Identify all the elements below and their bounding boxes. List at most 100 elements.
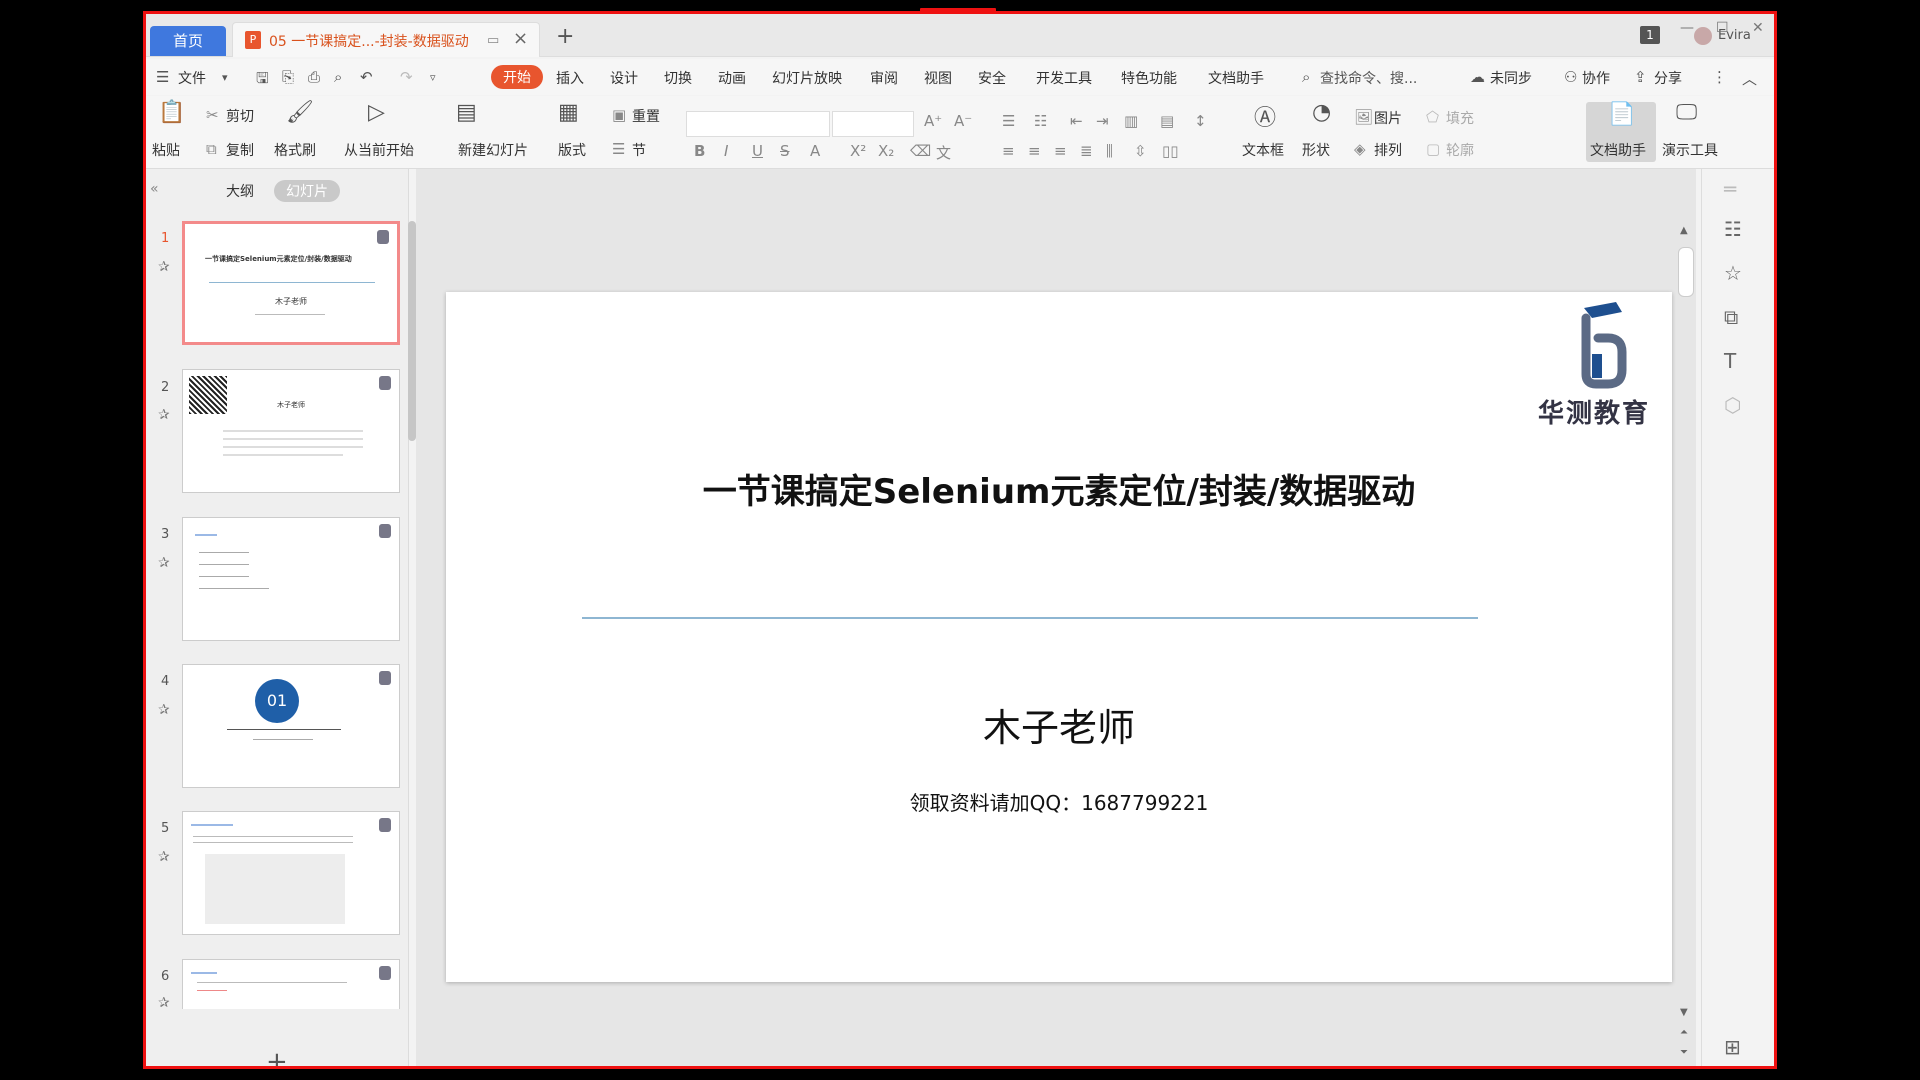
presentation-tool-button[interactable]: 演示工具	[1662, 140, 1718, 160]
star-icon[interactable]: ✰	[158, 995, 170, 1011]
cut-button[interactable]: 剪切	[226, 106, 254, 126]
hamburger-icon[interactable]: ☰	[156, 68, 169, 86]
grid-view-icon[interactable]: ⊞	[1724, 1035, 1741, 1059]
clear-format-icon[interactable]: ⌫	[910, 142, 931, 160]
tab-slides[interactable]: 幻灯片	[274, 180, 340, 202]
align-right-icon[interactable]: ≡	[1054, 142, 1067, 160]
bullet-list-icon[interactable]: ☰	[1002, 112, 1015, 130]
outline-icon[interactable]: ▢	[1426, 140, 1440, 158]
slide-thumbnail-4[interactable]: 01	[182, 664, 400, 788]
decrease-indent-icon[interactable]: ⇤	[1070, 112, 1083, 130]
maximize-icon[interactable]: ☐	[1716, 20, 1729, 36]
italic-icon[interactable]: I	[724, 142, 728, 160]
tab-home[interactable]: 首页	[150, 26, 226, 56]
scroll-up-icon[interactable]: ▲	[1680, 225, 1688, 236]
presentation-tool-icon[interactable]: 🖵	[1676, 100, 1697, 125]
search-icon[interactable]: ⌕	[1302, 68, 1310, 86]
tab-document[interactable]: P 05 一节课搞定...-封装-数据驱动 ▭ ×	[232, 22, 540, 57]
close-window-icon[interactable]: ✕	[1752, 20, 1764, 36]
print-preview-icon[interactable]: ⌕	[334, 68, 342, 86]
slide-author[interactable]: 木子老师	[446, 697, 1672, 752]
justify-icon[interactable]: ≣	[1080, 142, 1093, 160]
align-center-icon[interactable]: ≡	[1028, 142, 1041, 160]
menu-doc-assistant[interactable]: 文档助手	[1208, 68, 1264, 88]
increase-font-icon[interactable]: A⁺	[924, 112, 942, 130]
copy-icon[interactable]: ⧉	[206, 140, 217, 158]
arrange-icon[interactable]: ◈	[1354, 140, 1366, 158]
redo-icon[interactable]: ↷	[400, 68, 413, 86]
align-text-icon[interactable]: ▤	[1160, 112, 1174, 130]
share-icon[interactable]: ⇪	[1634, 68, 1647, 86]
minimize-icon[interactable]: —	[1680, 20, 1694, 36]
menu-home[interactable]: 开始	[491, 65, 543, 89]
section-icon[interactable]: ☰	[612, 140, 625, 158]
start-from-current-button[interactable]: 从当前开始	[344, 140, 414, 160]
monitor-icon[interactable]: ▭	[487, 33, 499, 48]
new-tab-button[interactable]: +	[556, 24, 574, 49]
save-icon[interactable]: 🖫	[256, 68, 269, 93]
numbered-list-icon[interactable]: ☷	[1034, 112, 1047, 130]
avatar[interactable]	[1694, 27, 1712, 45]
star-icon[interactable]: ✰	[158, 702, 170, 718]
copy-layers-icon[interactable]: ⧉	[1724, 305, 1738, 329]
previous-slide-icon[interactable]: ⏶	[1680, 1027, 1688, 1038]
star-icon[interactable]: ✰	[158, 259, 170, 275]
text-icon[interactable]: T	[1724, 349, 1736, 373]
strikethrough-icon[interactable]: S	[780, 142, 790, 160]
font-family-select[interactable]	[686, 111, 830, 137]
star-icon[interactable]: ✰	[158, 407, 170, 423]
print-icon[interactable]: ⎙	[308, 68, 320, 86]
paragraph-spacing-icon[interactable]: ⇳	[1134, 142, 1147, 160]
font-color-icon[interactable]: A	[810, 142, 820, 160]
vertical-scrollbar-thumb[interactable]	[1678, 247, 1694, 297]
menu-features[interactable]: 特色功能	[1121, 68, 1177, 88]
format-painter-button[interactable]: 格式刷	[274, 140, 316, 160]
play-icon[interactable]: ▷	[368, 100, 385, 125]
thumbnail-scrollbar[interactable]	[408, 221, 416, 441]
drag-handle-icon[interactable]: ═	[1724, 177, 1736, 201]
doc-assistant-panel-button[interactable]: 📄 文档助手	[1586, 102, 1656, 162]
slide-thumbnail-5[interactable]	[182, 811, 400, 935]
copy-button[interactable]: 复制	[226, 140, 254, 160]
superscript-icon[interactable]: X²	[850, 142, 866, 160]
chevron-down-icon[interactable]: ▾	[222, 71, 228, 84]
align-left-icon[interactable]: ≡	[1002, 142, 1015, 160]
fill-icon[interactable]: ⬠	[1426, 108, 1439, 126]
layout-icon[interactable]: ▦	[558, 100, 579, 125]
increase-indent-icon[interactable]: ⇥	[1096, 112, 1109, 130]
menu-view[interactable]: 视图	[924, 68, 952, 88]
collapse-ribbon-icon[interactable]: ︿	[1742, 68, 1757, 89]
shape-button[interactable]: 形状	[1302, 140, 1330, 160]
undo-icon[interactable]: ↶	[360, 68, 373, 86]
add-slide-icon[interactable]: +	[266, 1047, 288, 1066]
menu-security[interactable]: 安全	[978, 68, 1006, 88]
share-button[interactable]: 分享	[1654, 68, 1682, 88]
star-icon[interactable]: ✰	[158, 555, 170, 571]
window-count-badge[interactable]: 1	[1640, 26, 1660, 44]
collapse-pane-icon[interactable]: «	[150, 181, 159, 197]
font-size-select[interactable]	[832, 111, 914, 137]
new-slide-icon[interactable]: ▤	[456, 100, 477, 125]
menu-review[interactable]: 审阅	[870, 68, 898, 88]
star-icon[interactable]: ✰	[158, 849, 170, 865]
section-button[interactable]: 节	[632, 140, 646, 160]
tab-outline[interactable]: 大纲	[226, 181, 254, 201]
menu-transition[interactable]: 切换	[664, 68, 692, 88]
textbox-icon[interactable]: Ⓐ	[1254, 100, 1276, 132]
menu-insert[interactable]: 插入	[556, 68, 584, 88]
properties-icon[interactable]: ☷	[1724, 217, 1742, 241]
scissors-icon[interactable]: ✂	[206, 106, 219, 124]
collaborate-icon[interactable]: ⚇	[1564, 68, 1577, 86]
slide-thumbnail-1[interactable]: 一节课搞定Selenium元素定位/封装/数据驱动 木子老师	[182, 221, 400, 345]
slide-title[interactable]: 一节课搞定Selenium元素定位/封装/数据驱动	[446, 464, 1672, 513]
distribute-icon[interactable]: ⫼	[1106, 142, 1113, 160]
export-icon[interactable]: ⎘	[282, 68, 294, 86]
new-slide-button[interactable]: 新建幻灯片	[458, 140, 528, 160]
line-spacing-icon[interactable]: ↕	[1194, 112, 1207, 130]
format-painter-icon[interactable]: 🖌	[286, 100, 314, 125]
decrease-font-icon[interactable]: A⁻	[954, 112, 972, 130]
collaborate-button[interactable]: 协作	[1582, 68, 1610, 88]
outline-button[interactable]: 轮廓	[1446, 140, 1474, 160]
cube-icon[interactable]: ⬡	[1724, 393, 1741, 417]
subscript-icon[interactable]: X₂	[878, 142, 894, 160]
